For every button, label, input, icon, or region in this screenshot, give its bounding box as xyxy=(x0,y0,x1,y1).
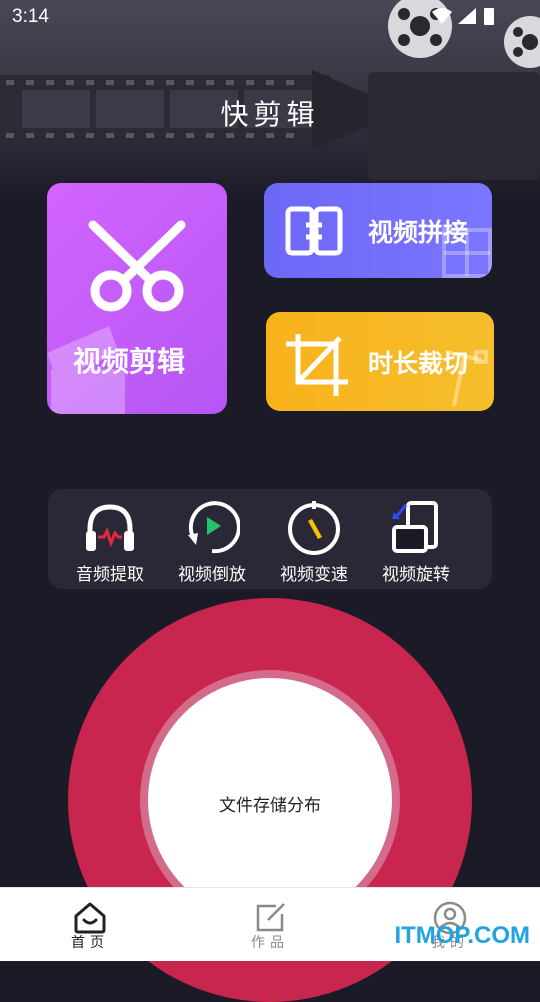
tools-bar: 音频提取 视频倒放 视频变速 视频旋转 xyxy=(48,489,492,589)
video-rotate-tool[interactable]: 视频旋转 xyxy=(366,489,466,589)
app-title: 快剪辑 xyxy=(220,98,320,131)
grid-decoration xyxy=(442,228,492,278)
edit-note-icon xyxy=(256,903,285,932)
video-join-tile[interactable]: 视频拼接 xyxy=(264,183,492,278)
ruler-decoration xyxy=(445,350,488,407)
status-time: 3:14 xyxy=(12,6,49,27)
video-reverse-tool[interactable]: 视频倒放 xyxy=(162,489,262,589)
video-speed-tool[interactable]: 视频变速 xyxy=(264,489,364,589)
storage-label: 文件存储分布 xyxy=(219,796,321,816)
video-rotate-label: 视频旋转 xyxy=(382,565,450,585)
storage-center[interactable]: 文件存储分布 xyxy=(148,678,392,922)
nav-works-label: 作品 xyxy=(251,935,289,951)
home-icon xyxy=(74,902,106,934)
cell-signal-icon xyxy=(458,8,476,24)
reverse-play-icon xyxy=(188,501,240,554)
nav-works[interactable]: 作品 xyxy=(180,888,360,961)
video-reverse-label: 视频倒放 xyxy=(178,565,246,585)
speed-gauge-icon xyxy=(288,501,340,555)
audio-extract-tool[interactable]: 音频提取 xyxy=(60,489,160,589)
crop-icon xyxy=(286,334,348,396)
battery-icon xyxy=(484,8,494,25)
video-speed-label: 视频变速 xyxy=(280,565,348,585)
audio-extract-label: 音频提取 xyxy=(76,565,144,585)
nav-home[interactable]: 首页 xyxy=(0,888,180,961)
status-icons xyxy=(430,6,500,32)
nav-home-label: 首页 xyxy=(71,935,109,951)
wifi-icon xyxy=(432,8,452,24)
status-bar: 3:14 xyxy=(0,0,540,36)
rotate-icon xyxy=(392,501,438,553)
headphones-icon xyxy=(86,504,134,551)
duration-trim-tile[interactable]: 时长裁切 xyxy=(266,312,494,411)
join-icon xyxy=(285,206,343,256)
watermark: ITMOP.COM xyxy=(394,922,530,949)
video-edit-tile[interactable]: 视频剪辑 xyxy=(47,183,227,414)
video-edit-label: 视频剪辑 xyxy=(73,345,186,378)
